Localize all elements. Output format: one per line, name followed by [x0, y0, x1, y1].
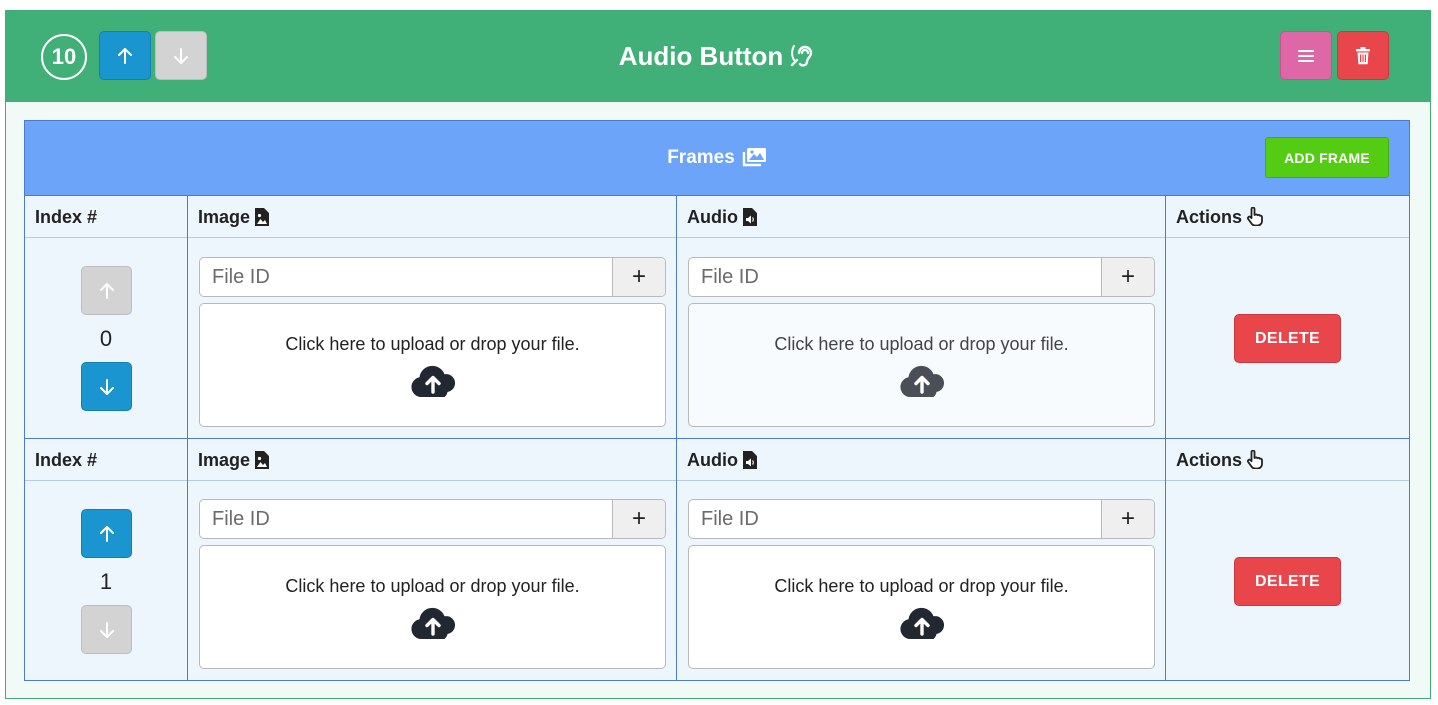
index-header-label: Index #	[35, 207, 98, 227]
index-header-label: Index #	[35, 450, 98, 470]
actions-header-label: Actions	[1176, 207, 1243, 227]
arrow-down-icon	[99, 621, 114, 638]
frames-title-text: Frames	[667, 147, 735, 168]
frame-1-image-file-id: +	[199, 499, 666, 539]
frame-0-index: 0	[99, 326, 113, 351]
frame-1-image-file-id-input[interactable]	[200, 500, 614, 538]
trash-icon	[1356, 46, 1370, 64]
audio-column-header: Audio	[677, 439, 1165, 481]
frame-0-column-headers: Index # Image Audio Actions	[25, 195, 1409, 238]
arrow-down-icon	[99, 378, 114, 395]
images-icon	[742, 148, 766, 167]
cloud-upload-icon	[410, 365, 455, 397]
cloud-upload-icon	[410, 607, 455, 639]
index-column-header: Index #	[25, 196, 187, 238]
ear-listen-icon	[791, 45, 813, 67]
file-image-icon	[255, 451, 270, 469]
dropzone-text: Click here to upload or drop your file.	[774, 576, 1069, 596]
image-column-header: Image	[188, 196, 676, 238]
frame-0-audio-dropzone[interactable]: Click here to upload or drop your file.	[688, 303, 1155, 427]
frame-0-audio-file-id: +	[688, 257, 1155, 297]
actions-header-label: Actions	[1176, 450, 1243, 470]
frame-1-image-dropzone[interactable]: Click here to upload or drop your file.	[199, 545, 666, 669]
component-title: Audio Button	[6, 41, 1430, 71]
dropzone-text: Click here to upload or drop your file.	[285, 334, 580, 354]
frame-0-delete-button[interactable]: DELETE	[1234, 314, 1341, 363]
dropzone-text: Click here to upload or drop your file.	[285, 576, 580, 596]
frame-1-column-headers: Index # Image Audio Actions	[25, 438, 1409, 481]
column-divider	[187, 195, 188, 680]
cloud-upload-icon	[899, 365, 944, 397]
frame-1-move-up-button[interactable]	[81, 509, 132, 558]
arrow-up-icon	[99, 282, 114, 299]
index-column-header: Index #	[25, 439, 187, 481]
frames-title: Frames	[25, 147, 1409, 169]
audio-header-label: Audio	[687, 207, 738, 227]
frames-panel: Frames ADD FRAME Index # Image Audio Act…	[24, 120, 1410, 681]
frame-0-audio-file-id-input[interactable]	[689, 258, 1103, 296]
arrow-up-icon	[99, 525, 114, 542]
column-divider	[676, 195, 677, 680]
frame-1-image-add-button[interactable]: +	[612, 500, 665, 538]
file-audio-icon	[743, 451, 757, 469]
component-title-text: Audio Button	[618, 41, 784, 71]
frame-0-image-file-id: +	[199, 257, 666, 297]
frame-1-audio-file-id-input[interactable]	[689, 500, 1103, 538]
add-frame-button[interactable]: ADD FRAME	[1265, 137, 1389, 178]
dropzone-text: Click here to upload or drop your file.	[774, 334, 1069, 354]
menu-button[interactable]	[1280, 31, 1332, 80]
menu-icon	[1298, 49, 1314, 62]
actions-column-header: Actions	[1166, 439, 1409, 481]
image-header-label: Image	[198, 207, 251, 227]
file-image-icon	[255, 208, 270, 226]
frame-0-move-up-button[interactable]	[81, 266, 132, 315]
frame-1-audio-dropzone[interactable]: Click here to upload or drop your file.	[688, 545, 1155, 669]
image-column-header: Image	[188, 439, 676, 481]
hand-pointer-icon	[1247, 206, 1263, 227]
frame-1-audio-add-button[interactable]: +	[1101, 500, 1154, 538]
delete-component-button[interactable]	[1337, 31, 1389, 80]
frame-0-move-down-button[interactable]	[81, 362, 132, 411]
actions-column-header: Actions	[1166, 196, 1409, 238]
hand-pointer-icon	[1247, 449, 1263, 470]
frame-1-delete-button[interactable]: DELETE	[1234, 557, 1341, 606]
file-audio-icon	[743, 208, 757, 226]
frame-0-image-file-id-input[interactable]	[200, 258, 614, 296]
frame-1-audio-file-id: +	[688, 499, 1155, 539]
frame-0-audio-add-button[interactable]: +	[1101, 258, 1154, 296]
frame-0-image-add-button[interactable]: +	[612, 258, 665, 296]
audio-header-label: Audio	[687, 450, 738, 470]
frame-1-move-down-button[interactable]	[81, 605, 132, 654]
audio-button-card: 1 0 Audio Button Frames ADD FRAME Index #…	[5, 10, 1431, 699]
image-header-label: Image	[198, 450, 251, 470]
frame-1-index: 1	[99, 569, 113, 594]
cloud-upload-icon	[899, 607, 944, 639]
frame-0-image-dropzone[interactable]: Click here to upload or drop your file.	[199, 303, 666, 427]
frames-header: Frames ADD FRAME	[25, 121, 1409, 195]
column-divider	[1165, 195, 1166, 680]
card-header: 10 Audio Button	[6, 11, 1430, 102]
audio-column-header: Audio	[677, 196, 1165, 238]
